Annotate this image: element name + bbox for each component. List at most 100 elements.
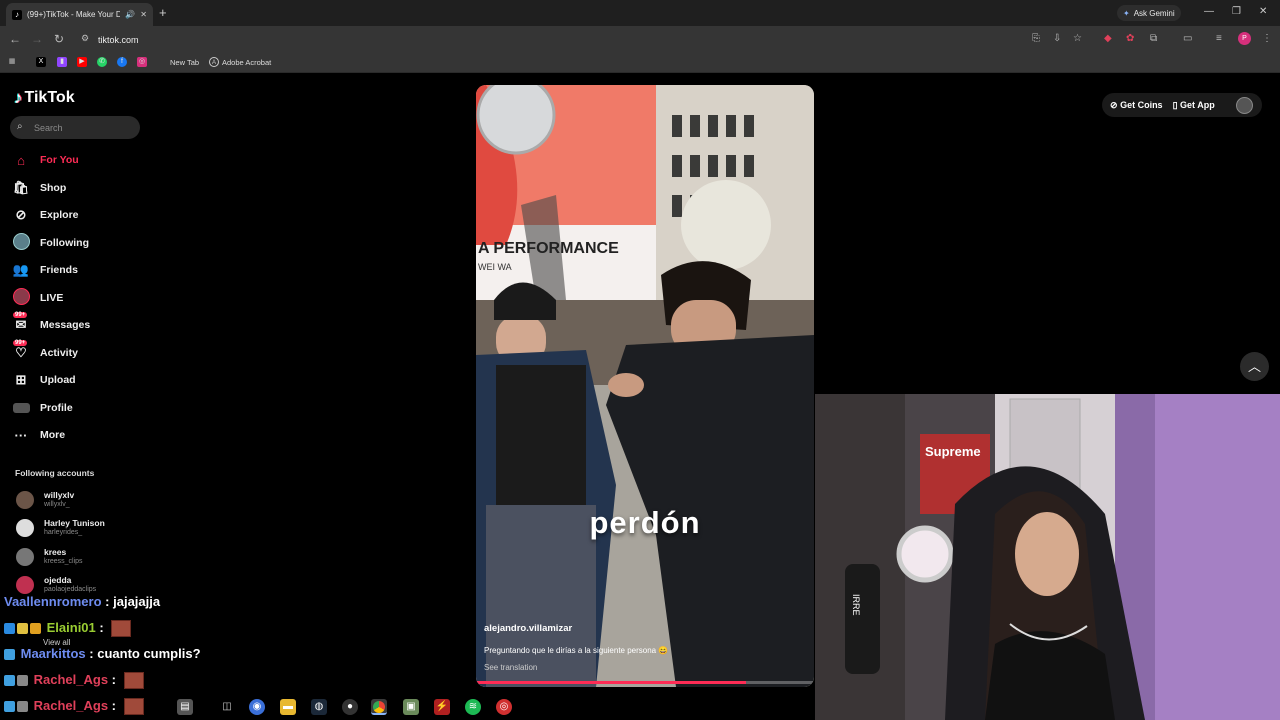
restore-icon[interactable]: ❐ — [1232, 6, 1241, 17]
get-coins-button[interactable]: ⊘ Get Coins — [1110, 100, 1163, 111]
nav-label: For You — [40, 154, 79, 166]
facebook-icon[interactable]: f — [117, 57, 127, 67]
bookmark-new-tab[interactable]: New Tab — [170, 58, 199, 67]
ask-gemini-button[interactable]: ✦ Ask Gemini — [1117, 5, 1181, 21]
tiktok-logo[interactable]: ♪ TikTok — [14, 88, 75, 108]
twitch-icon[interactable]: ▮ — [57, 57, 67, 67]
nav-label: More — [40, 429, 66, 441]
account-handle: kreess_clips — [44, 558, 83, 565]
apps-grid-icon[interactable]: ▦ — [7, 57, 17, 67]
shop-icon: 🛍 — [12, 180, 30, 195]
avatar — [16, 519, 34, 537]
translate-icon[interactable]: ⎘ — [1032, 33, 1040, 44]
chat-message: Vaallennromero : jajajajja — [4, 594, 160, 609]
tiktok-note-icon: ♪ — [14, 88, 23, 107]
browser-tab[interactable]: ♪ (99+)TikTok - Make Your Da 🔊 ✕ — [6, 3, 153, 26]
task-view-icon[interactable]: ◫ — [219, 699, 235, 715]
chat-badge-icon — [17, 675, 28, 687]
activity-badge: 99+ — [13, 340, 28, 346]
bookmark-adobe-acrobat[interactable]: Adobe Acrobat — [222, 58, 271, 67]
account-name: krees — [44, 547, 67, 557]
minimize-icon[interactable]: — — [1204, 6, 1214, 17]
chat-badge-icon — [17, 701, 28, 713]
reload-icon[interactable]: ↻ — [54, 32, 64, 46]
x-icon[interactable]: X — [36, 57, 46, 67]
nav-more[interactable]: ··· More — [12, 425, 66, 445]
audio-icon[interactable]: 🔊 — [125, 10, 135, 19]
search-input[interactable]: ⌕ Search — [10, 116, 140, 139]
chat-username: Vaallennromero — [4, 594, 102, 609]
chat-badge-icon — [17, 623, 28, 635]
instagram-icon[interactable]: ◎ — [137, 57, 147, 67]
nav-messages[interactable]: ✉ 99+ Messages — [12, 312, 90, 335]
file-explorer-icon[interactable]: ▬ — [280, 699, 296, 715]
nav-following[interactable]: Following — [12, 233, 89, 253]
video-player[interactable]: A PERFORMANCE WEI WA perdón alejandro.vi… — [476, 85, 814, 687]
obs-icon[interactable]: ● — [342, 699, 358, 715]
side-panel-icon[interactable]: ▭ — [1183, 33, 1192, 44]
gemini-star-icon: ✦ — [1123, 8, 1130, 18]
tiktok-favicon-icon: ♪ — [12, 9, 22, 20]
tab-close-icon[interactable]: ✕ — [140, 10, 147, 19]
youtube-icon[interactable]: ▶ — [77, 57, 87, 67]
account-name: ojedda — [44, 575, 72, 585]
nav-friends[interactable]: 👥 Friends — [12, 260, 78, 280]
nav-live[interactable]: LIVE — [12, 288, 63, 308]
install-icon[interactable]: ⇩ — [1053, 33, 1061, 44]
avatar — [16, 548, 34, 566]
chat-username: Maarkittos — [20, 646, 86, 661]
chrome-icon[interactable] — [371, 699, 387, 715]
recording-icon[interactable]: ◎ — [496, 699, 512, 715]
tab-search-icon[interactable]: ≡ — [1216, 33, 1222, 44]
nav-explore[interactable]: ⊘ Explore — [12, 205, 79, 225]
spotify-icon[interactable]: ≋ — [465, 699, 481, 715]
crown-badge-icon — [30, 623, 41, 635]
steam-icon[interactable]: ◍ — [311, 699, 327, 715]
address-bar[interactable]: ⚙ tiktok.com — [74, 30, 1094, 49]
home-icon: ⌂ — [17, 152, 25, 168]
nav-activity[interactable]: ♡ 99+ Activity — [12, 340, 78, 363]
site-info-icon[interactable]: ⚙ — [81, 33, 89, 44]
get-app-button[interactable]: ▯ Get App — [1173, 100, 1215, 111]
nav-profile[interactable]: Profile — [12, 398, 73, 418]
profile-avatar[interactable]: P — [1238, 32, 1251, 45]
tab-title: (99+)TikTok - Make Your Da — [27, 10, 121, 19]
chat-emote — [123, 698, 144, 716]
streamer-webcam: Supreme IRRE — [815, 394, 1280, 720]
video-frame: A PERFORMANCE WEI WA — [476, 85, 814, 687]
activity-icon: ♡ 99+ — [13, 340, 28, 360]
nav-label: Upload — [40, 374, 76, 386]
following-accounts-heading: Following accounts — [15, 468, 95, 478]
phone-icon: ▯ — [1172, 99, 1178, 110]
video-username[interactable]: alejandro.villamizar — [484, 623, 572, 634]
clapper-icon[interactable]: ▤ — [177, 699, 193, 715]
nav-upload[interactable]: ⊞ Upload — [12, 370, 76, 390]
avatar — [16, 576, 34, 594]
scroll-up-button[interactable]: ︿ — [1240, 352, 1269, 381]
forward-icon[interactable]: → — [31, 32, 43, 46]
lightning-icon[interactable]: ⚡ — [434, 699, 450, 715]
extension-flower-icon[interactable]: ✿ — [1126, 33, 1134, 44]
chevron-up-icon: ︿ — [1247, 359, 1261, 374]
close-window-icon[interactable]: ✕ — [1259, 6, 1267, 17]
chat-emote — [123, 672, 144, 690]
app-icon[interactable]: ▣ — [403, 699, 419, 715]
chat-message: Elaini01 : — [4, 620, 132, 638]
video-progress-bar[interactable] — [476, 681, 814, 684]
video-description: Preguntando que le dirías a la siguiente… — [484, 646, 669, 655]
back-icon[interactable]: ← — [9, 32, 21, 46]
copilot-icon[interactable]: ◉ — [249, 699, 265, 715]
see-translation-link[interactable]: See translation — [484, 663, 537, 672]
chat-badge-icon — [4, 675, 15, 687]
new-tab-button[interactable]: + — [159, 5, 167, 20]
nav-for-you[interactable]: ⌂ For You — [12, 150, 79, 170]
user-avatar[interactable] — [1236, 97, 1253, 114]
whatsapp-icon[interactable]: ✆ — [97, 57, 107, 67]
extensions-puzzle-icon[interactable]: ⧉ — [1150, 33, 1157, 44]
menu-icon[interactable]: ⋮ — [1262, 33, 1272, 44]
extension-red-icon[interactable]: ◆ — [1104, 33, 1112, 44]
nav-shop[interactable]: 🛍 Shop — [12, 178, 67, 198]
bookmark-star-icon[interactable]: ☆ — [1073, 33, 1082, 44]
account-handle: paolaojeddaclips — [44, 586, 97, 593]
svg-text:Supreme: Supreme — [925, 444, 981, 459]
